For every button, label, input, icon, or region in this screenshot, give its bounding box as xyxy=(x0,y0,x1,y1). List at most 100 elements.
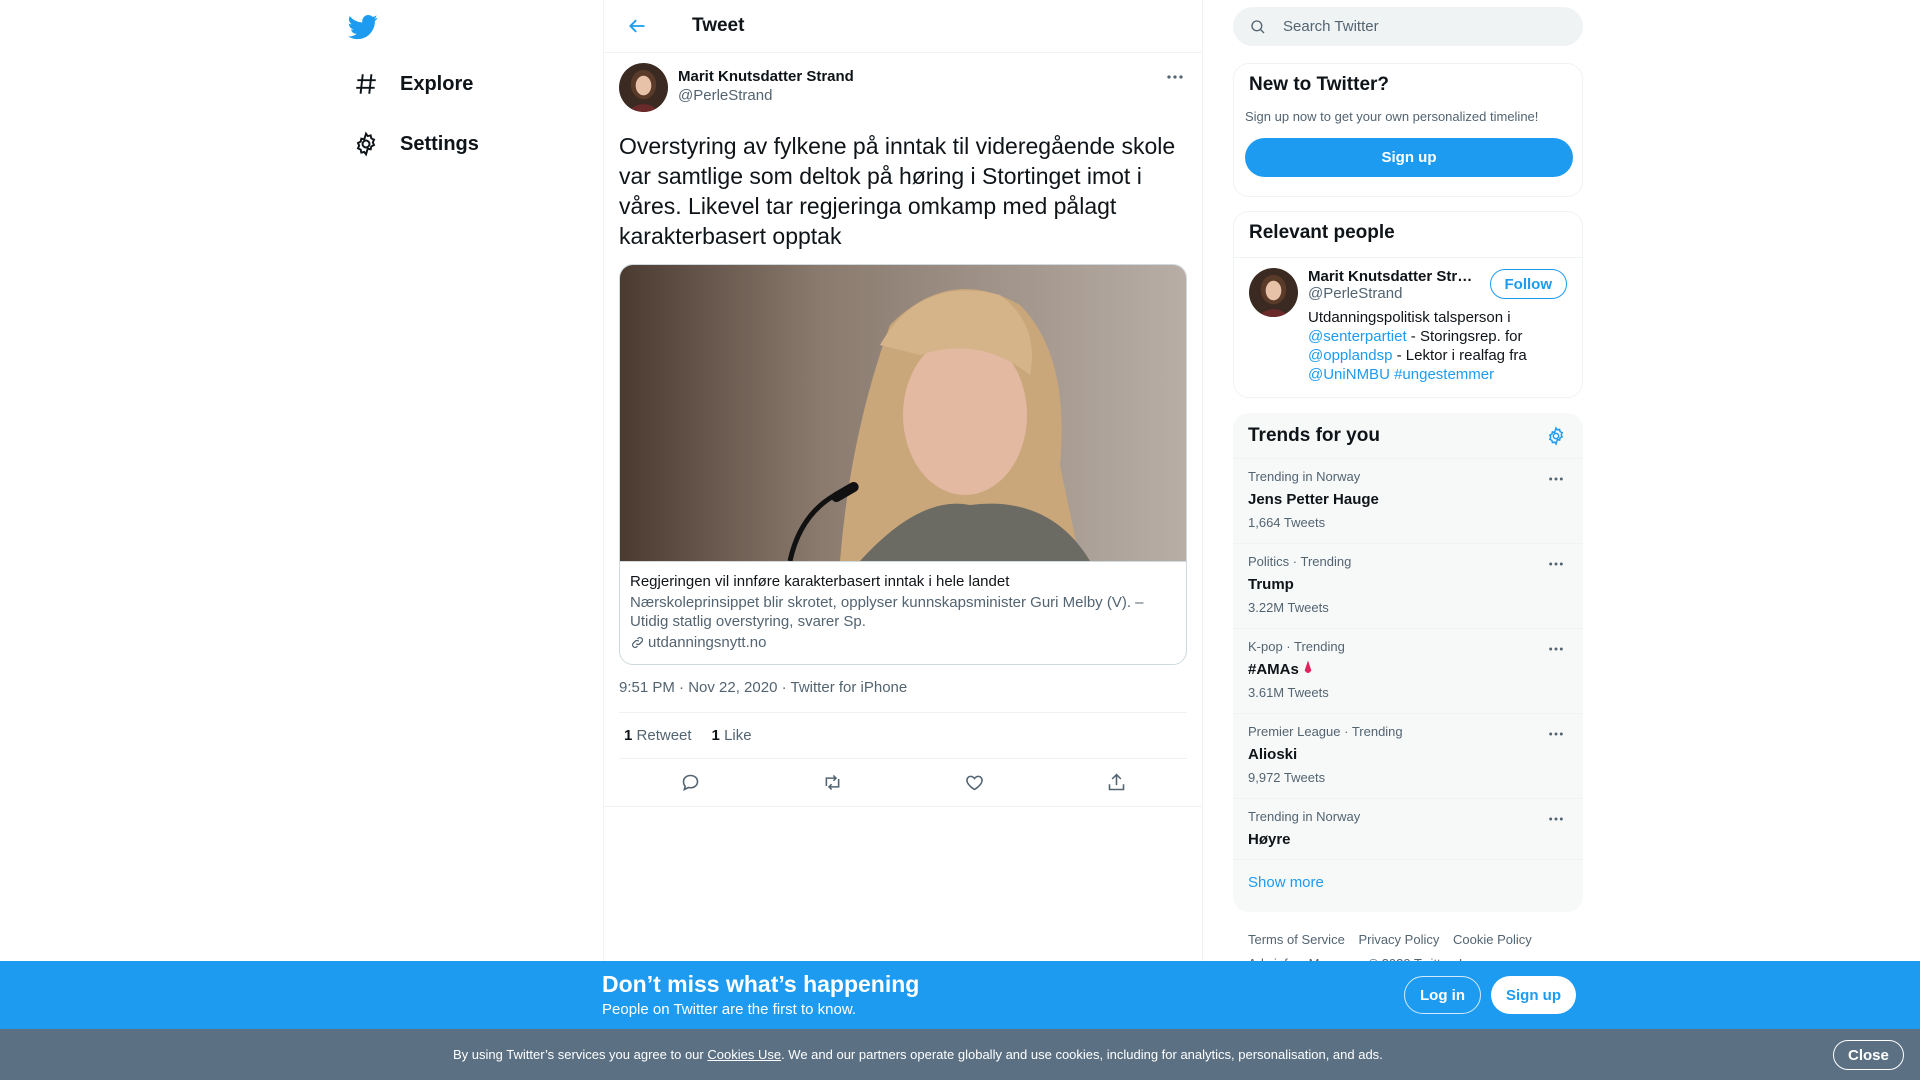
terms-link[interactable]: Terms of Service xyxy=(1248,932,1345,947)
trend-item[interactable]: Politics · Trending Trump 3.22M Tweets xyxy=(1233,544,1583,629)
trend-more-button[interactable] xyxy=(1544,639,1568,659)
share-button[interactable] xyxy=(1098,765,1134,801)
share-icon xyxy=(1108,773,1124,791)
relevant-people-panel: Relevant people Marit Knutsdatter Strand… xyxy=(1233,211,1583,398)
mention-senterpartiet[interactable]: @senterpartiet xyxy=(1308,328,1407,345)
trend-more-button[interactable] xyxy=(1544,809,1568,829)
show-more-link[interactable]: Show more xyxy=(1233,860,1583,905)
follow-button[interactable]: Follow xyxy=(1489,269,1567,299)
trend-item[interactable]: Trending in Norway Høyre xyxy=(1233,799,1583,860)
trend-item[interactable]: Premier League · Trending Alioski 9,972 … xyxy=(1233,714,1583,799)
banner-subtitle: People on Twitter are the first to know. xyxy=(602,1001,857,1018)
trends-settings-button[interactable] xyxy=(1544,424,1568,448)
more-options-button[interactable] xyxy=(1163,67,1187,87)
heart-icon xyxy=(965,775,983,791)
card-title: Regjeringen vil innføre karakterbasert i… xyxy=(630,573,1010,590)
tweet-stats: 1 Retweet 1 Like xyxy=(619,713,1187,759)
ellipsis-icon xyxy=(1549,647,1563,651)
avatar[interactable] xyxy=(619,63,668,112)
ellipsis-icon xyxy=(1549,817,1563,821)
nav-settings[interactable]: Settings xyxy=(346,120,485,168)
main-header: Tweet xyxy=(604,0,1202,53)
page-title: Tweet xyxy=(692,15,745,36)
twitter-bird-icon[interactable] xyxy=(348,12,378,42)
like-button[interactable] xyxy=(956,765,992,801)
bio-text-2: - Storingsrep. for xyxy=(1406,328,1523,345)
search-bar[interactable] xyxy=(1233,7,1583,46)
person-avatar[interactable] xyxy=(1249,268,1298,317)
link-icon xyxy=(632,637,643,648)
banner-title: Don’t miss what’s happening xyxy=(602,971,920,997)
card-image xyxy=(620,265,1186,561)
trend-name: Alioski xyxy=(1248,746,1298,763)
trend-name: Trump xyxy=(1248,576,1294,593)
reply-icon xyxy=(682,774,698,791)
reply-button[interactable] xyxy=(672,765,708,801)
author-handle[interactable]: @PerleStrand xyxy=(678,86,854,105)
ellipsis-icon xyxy=(1549,562,1563,566)
banner-signup-button[interactable]: Sign up xyxy=(1491,976,1576,1014)
trend-item[interactable]: Trending in Norway Jens Petter Hauge 1,6… xyxy=(1233,459,1583,544)
search-icon xyxy=(1251,19,1265,33)
cookie-policy-link[interactable]: Cookie Policy xyxy=(1453,932,1532,947)
trend-count: 3.61M Tweets xyxy=(1248,685,1329,700)
tweet-source[interactable]: Twitter for iPhone xyxy=(791,679,908,696)
ellipsis-icon xyxy=(1549,732,1563,736)
hashtag-ungestemmer[interactable]: #ungestemmer xyxy=(1394,366,1494,383)
person-bio: Utdanningspolitisk talsperson i @senterp… xyxy=(1308,308,1548,384)
mention-uninmbu[interactable]: @UniNMBU xyxy=(1308,366,1390,383)
tweet-time[interactable]: 9:51 PM · Nov 22, 2020 xyxy=(619,679,777,696)
retweet-count-link[interactable]: 1 Retweet xyxy=(624,727,692,744)
author-name[interactable]: Marit Knutsdatter Strand xyxy=(678,67,854,86)
cookies-use-link[interactable]: Cookies Use xyxy=(707,1047,781,1062)
privacy-link[interactable]: Privacy Policy xyxy=(1358,932,1439,947)
person-name[interactable]: Marit Knutsdatter Strand xyxy=(1308,268,1473,285)
trend-context: K-pop · Trending xyxy=(1248,639,1345,654)
trend-more-button[interactable] xyxy=(1544,469,1568,489)
nav-explore[interactable]: Explore xyxy=(346,60,479,108)
mention-opplandsp[interactable]: @opplandsp xyxy=(1308,347,1392,364)
trend-more-button[interactable] xyxy=(1544,554,1568,574)
arrow-left-icon xyxy=(629,19,645,33)
person-card[interactable]: Marit Knutsdatter Strand @PerleStrand Ut… xyxy=(1234,258,1582,394)
card-domain-text: utdanningsnytt.no xyxy=(648,634,767,651)
card-domain: utdanningsnytt.no xyxy=(630,633,1176,652)
retweet-button[interactable] xyxy=(814,765,850,801)
nav-explore-label: Explore xyxy=(400,72,474,95)
nav-settings-label: Settings xyxy=(400,132,479,155)
tweet-actions xyxy=(604,759,1202,807)
trend-context: Trending in Norway xyxy=(1248,809,1361,824)
like-count-link[interactable]: 1 Like xyxy=(712,727,752,744)
close-button[interactable]: Close xyxy=(1833,1040,1904,1070)
back-button[interactable] xyxy=(620,9,654,43)
signup-banner: Don’t miss what’s happening People on Tw… xyxy=(0,961,1920,1029)
trend-name: Høyre xyxy=(1248,831,1291,848)
gear-icon xyxy=(352,130,380,158)
trend-more-button[interactable] xyxy=(1544,724,1568,744)
trends-panel: Trends for you Trending in Norway Jens P… xyxy=(1233,413,1583,912)
trend-count: 9,972 Tweets xyxy=(1248,770,1326,785)
trend-count: 3.22M Tweets xyxy=(1248,600,1329,615)
card-description: Nærskoleprinsippet blir skrotet, opplyse… xyxy=(630,594,1144,630)
bio-text-3: - Lektor i realfag fra xyxy=(1392,347,1527,364)
cookie-text-after: . We and our partners operate globally a… xyxy=(781,1047,1383,1062)
cookie-text: By using Twitter’s services you agree to… xyxy=(453,1047,1383,1062)
trends-panel-title: Trends for you xyxy=(1248,424,1380,446)
cookie-text-before: By using Twitter’s services you agree to… xyxy=(453,1047,708,1062)
tweet: Marit Knutsdatter Strand @PerleStrand Ov… xyxy=(604,53,1202,807)
trend-count: 1,664 Tweets xyxy=(1248,515,1326,530)
link-card[interactable]: Regjeringen vil innføre karakterbasert i… xyxy=(619,264,1187,665)
cookie-bar: By using Twitter’s services you agree to… xyxy=(0,1029,1920,1080)
hashtag-icon xyxy=(352,70,380,98)
trend-item[interactable]: K-pop · Trending #AMAs 3.61M Tweets xyxy=(1233,629,1583,714)
trend-name-row: #AMAs xyxy=(1248,660,1568,680)
tweet-text: Overstyring av fylkene på inntak til vid… xyxy=(619,133,1176,249)
trend-name: Jens Petter Hauge xyxy=(1248,491,1379,508)
search-input[interactable] xyxy=(1283,18,1553,35)
login-button[interactable]: Log in xyxy=(1404,976,1481,1014)
tweet-meta: 9:51 PM · Nov 22, 2020 · Twitter for iPh… xyxy=(619,679,1187,713)
bio-text-1: Utdanningspolitisk talsperson i xyxy=(1308,309,1511,326)
signup-button[interactable]: Sign up xyxy=(1245,138,1573,177)
red-pin-icon xyxy=(1304,660,1312,673)
main-column: Tweet Marit Knutsdatter Strand @PerleStr… xyxy=(603,0,1203,1080)
